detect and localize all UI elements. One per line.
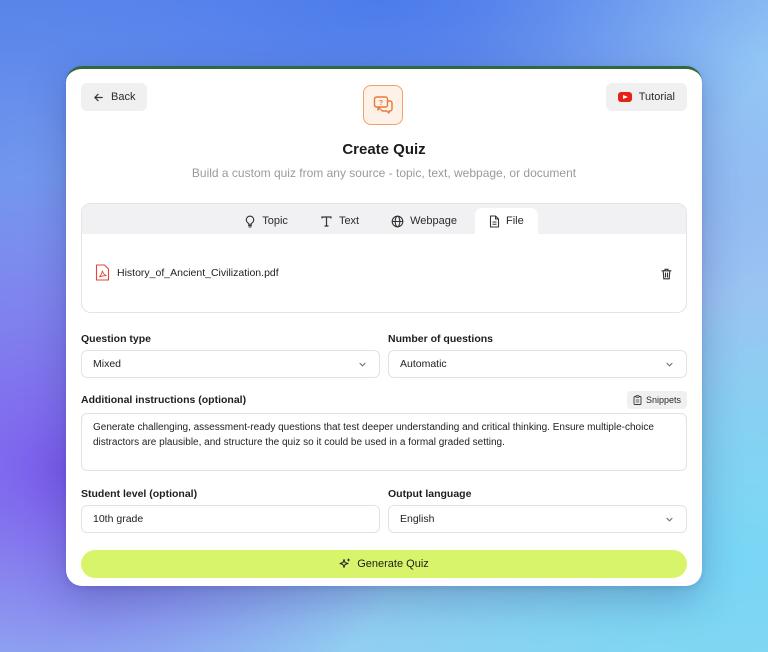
arrow-left-icon [94, 93, 103, 101]
quiz-card: Back ? Tutorial Create Quiz Build a cust… [66, 66, 702, 586]
instructions-textarea[interactable]: Generate challenging, assessment-ready q… [81, 413, 687, 471]
tab-text[interactable]: Text [306, 208, 373, 234]
num-questions-value: Automatic [400, 358, 447, 370]
tab-file-label: File [506, 215, 524, 227]
source-tabs: Topic Text Webpage File [82, 204, 686, 234]
student-level-label: Student level (optional) [81, 488, 198, 500]
tutorial-label: Tutorial [638, 91, 675, 103]
question-type-label: Question type [81, 333, 152, 345]
text-icon [321, 215, 332, 227]
chevron-down-icon [359, 362, 366, 367]
uploaded-file: History_of_Ancient_Civilization.pdf [95, 264, 673, 281]
num-questions-label: Number of questions [388, 333, 494, 345]
num-questions-select[interactable]: Automatic [388, 350, 687, 378]
generate-quiz-button[interactable]: Generate Quiz [81, 550, 687, 578]
delete-file-button[interactable] [661, 267, 672, 285]
back-label: Back [111, 91, 136, 103]
snippets-label: Snippets [645, 395, 681, 405]
generate-quiz-label: Generate Quiz [357, 558, 429, 570]
tab-webpage[interactable]: Webpage [377, 208, 471, 234]
file-name: History_of_Ancient_Civilization.pdf [117, 266, 279, 279]
trash-icon [661, 268, 672, 280]
student-level-input[interactable]: 10th grade [81, 505, 380, 533]
tab-topic-label: Topic [262, 215, 288, 227]
source-panel: Topic Text Webpage File History_of_Ancie… [81, 203, 687, 313]
globe-icon [391, 215, 404, 227]
quiz-logo-icon: ? [363, 85, 403, 125]
output-language-select[interactable]: English [388, 505, 687, 533]
page-title: Create Quiz [342, 141, 426, 158]
youtube-icon [617, 92, 632, 102]
chevron-down-icon [666, 517, 673, 522]
sparkle-icon [339, 558, 351, 568]
student-level-value: 10th grade [93, 513, 144, 525]
lightbulb-icon [246, 215, 255, 228]
page-subtitle: Build a custom quiz from any source - to… [191, 166, 577, 180]
tab-webpage-label: Webpage [410, 215, 458, 227]
back-button[interactable]: Back [81, 83, 148, 111]
clipboard-icon [633, 395, 642, 405]
tab-text-label: Text [338, 215, 360, 227]
tutorial-button[interactable]: Tutorial [605, 83, 687, 111]
snippets-button[interactable]: Snippets [626, 391, 687, 409]
pdf-icon [95, 264, 110, 281]
output-language-value: English [400, 513, 435, 525]
question-type-value: Mixed [93, 358, 122, 370]
chevron-down-icon [666, 362, 673, 367]
tab-topic[interactable]: Topic [230, 208, 302, 234]
file-icon [489, 214, 500, 228]
svg-text:?: ? [379, 100, 383, 107]
tab-file[interactable]: File [475, 208, 538, 234]
question-type-select[interactable]: Mixed [81, 350, 380, 378]
output-language-label: Output language [388, 488, 472, 500]
instructions-label: Additional instructions (optional) [81, 394, 247, 406]
